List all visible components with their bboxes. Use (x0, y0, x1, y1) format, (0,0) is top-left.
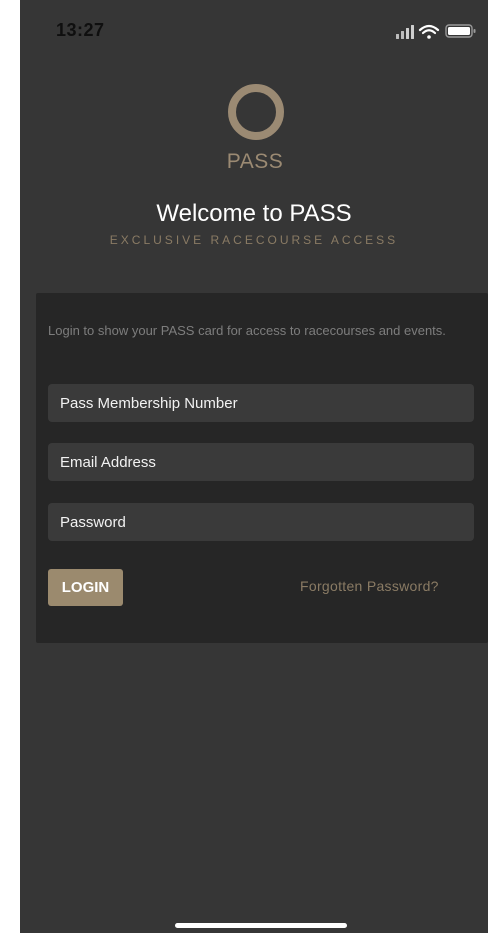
membership-number-input[interactable] (48, 384, 474, 422)
logo-ring-icon (228, 84, 284, 140)
status-time: 13:27 (56, 20, 105, 40)
welcome-title: Welcome to PASS (156, 200, 352, 227)
membership-number-field (48, 384, 474, 422)
login-intro-text: Login to show your PASS card for access … (48, 323, 446, 338)
email-field (48, 443, 474, 481)
login-button[interactable]: LOGIN (48, 569, 123, 606)
email-input[interactable] (48, 443, 474, 481)
status-icons (396, 24, 476, 39)
password-input[interactable] (48, 503, 474, 541)
welcome-subtitle: EXCLUSIVE RACECOURSE ACCESS (109, 233, 399, 247)
home-indicator[interactable] (175, 923, 347, 928)
password-field (48, 503, 474, 541)
forgotten-password-link[interactable]: Forgotten Password? (300, 578, 439, 594)
logo-wordmark: PASS (226, 150, 284, 173)
wifi-icon (418, 24, 440, 39)
signal-icon (396, 25, 414, 39)
battery-icon (445, 24, 476, 38)
login-card: Login to show your PASS card for access … (36, 293, 488, 643)
status-bar: 13:27 (20, 0, 488, 62)
app-screen: 13:27 PASS Welcome to PASS EXCLUSIVE RAC… (20, 0, 488, 933)
pass-logo: PASS (220, 84, 290, 176)
